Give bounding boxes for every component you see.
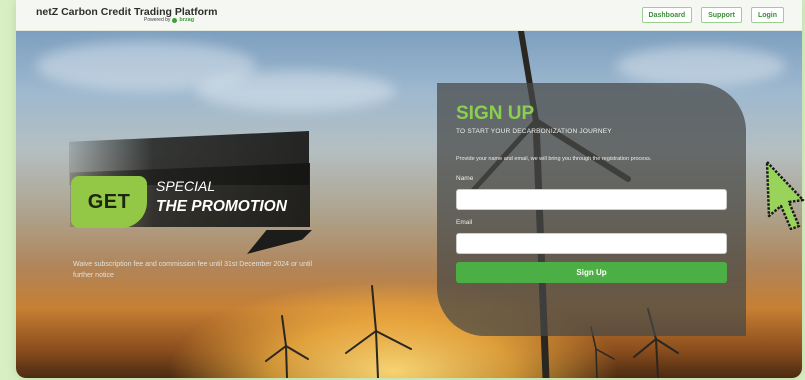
powered-by-label: Powered by — [144, 17, 171, 23]
arrow-cursor-icon — [765, 160, 805, 230]
signup-panel: SIGN UP TO START YOUR DECARBONIZATION JO… — [437, 83, 746, 336]
name-field[interactable] — [456, 189, 727, 210]
email-field[interactable] — [456, 233, 727, 254]
signup-subtitle: TO START YOUR DECARBONIZATION JOURNEY — [456, 128, 612, 135]
email-label: Email — [456, 219, 473, 226]
promotion-get-badge: GET — [71, 176, 147, 228]
leaf-logo-icon — [172, 17, 178, 23]
promotion-title: THE PROMOTION — [156, 198, 287, 215]
dashboard-button[interactable]: Dashboard — [641, 7, 693, 23]
signup-title: SIGN UP — [456, 103, 535, 124]
powered-by: Powered by brzag — [144, 17, 194, 23]
promotion-special-label: SPECIAL — [156, 178, 216, 194]
top-nav: Dashboard Support Login — [641, 7, 784, 23]
support-button[interactable]: Support — [701, 7, 742, 23]
signup-description: Provide your name and email, we will bri… — [456, 156, 652, 162]
top-bar: netZ Carbon Credit Trading Platform Powe… — [16, 0, 802, 31]
name-label: Name — [456, 175, 474, 182]
login-button[interactable]: Login — [750, 7, 784, 23]
signup-button[interactable]: Sign Up — [456, 262, 727, 283]
powered-by-brand: brzag — [179, 17, 195, 23]
promotion-note: Waive subscription fee and commission fe… — [73, 261, 313, 279]
